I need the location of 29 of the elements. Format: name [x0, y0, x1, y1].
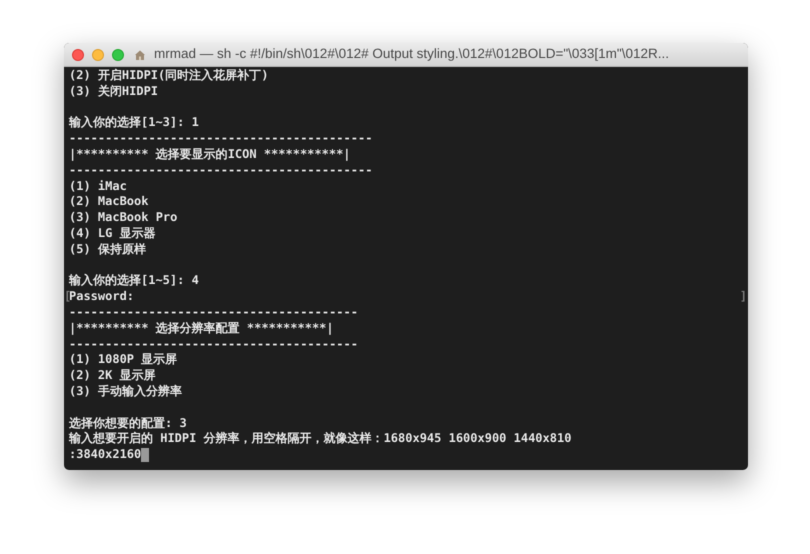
house-icon [134, 48, 146, 60]
terminal-line: 输入你的选择[1~3]: 1 [69, 115, 199, 132]
terminal-line: (2) 开启HIDPI(同时注入花屏补丁) [69, 68, 268, 84]
bracket-mark: [ [64, 289, 69, 305]
terminal-line: ---------------------------------------- [69, 336, 358, 352]
terminal-line: (2) MacBook [69, 194, 148, 210]
terminal-line: ------------------------------------------ [69, 131, 372, 147]
minimize-button[interactable] [92, 48, 104, 60]
terminal-line: (3) MacBook Pro [69, 210, 178, 226]
close-button[interactable] [72, 48, 84, 60]
terminal-line: Password: [69, 289, 134, 305]
terminal-line: (4) LG 显示器 [69, 226, 156, 242]
terminal-line: (1) iMac [69, 178, 127, 194]
terminal-line: 输入想要开启的 HIDPI 分辨率，用空格隔开，就像这样：1680x945 1600x900 1440x810 [69, 431, 572, 448]
terminal-line: (2) 2K 显示屏 [69, 368, 156, 384]
terminal-line: |********** 选择分辨率配置 ***********| [69, 320, 334, 337]
bracket-mark: ] [740, 289, 748, 305]
terminal-line: (3) 手动输入分辨率 [69, 384, 182, 400]
terminal-line: 输入你的选择[1~5]: 4 [69, 273, 199, 290]
terminal-line: (3) 关闭HIDPI [69, 84, 158, 100]
terminal-line: :3840x2160 [69, 447, 142, 463]
window-title: mrmad — sh -c #!/bin/sh\012#\012# Output styling.\012#\012BOLD="\033[1m"\012R... [154, 45, 669, 64]
terminal-line: 选择你想要的配置: 3 [69, 416, 187, 432]
terminal-line: |********** 选择要显示的ICON ***********| [69, 146, 351, 163]
terminal-line: ------------------------------------------ [69, 162, 372, 179]
terminal-line: (5) 保持原样 [69, 242, 146, 258]
zoom-button[interactable] [112, 48, 124, 60]
terminal-line: (1) 1080P 显示屏 [69, 352, 178, 368]
terminal-line: ---------------------------------------- [69, 304, 358, 321]
